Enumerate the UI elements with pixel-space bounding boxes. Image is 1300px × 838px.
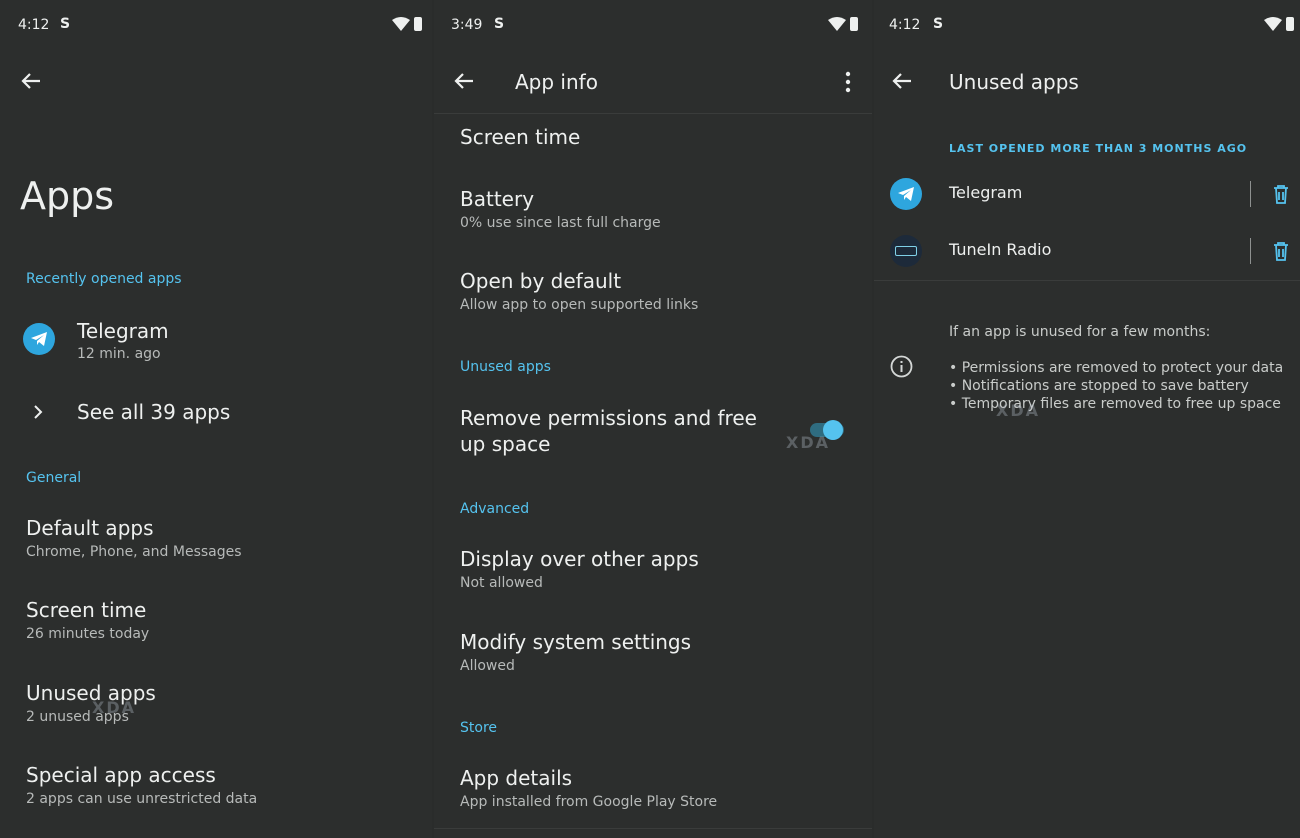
item-title: Unused apps (26, 681, 156, 705)
item-app-details[interactable]: App details App installed from Google Pl… (434, 765, 872, 815)
sync-status-icon: S (933, 16, 944, 32)
item-sub: Chrome, Phone, and Messages (26, 544, 242, 560)
item-title: Display over other apps (460, 547, 699, 571)
item-title: Remove permissions and free up space (460, 406, 757, 456)
telegram-icon (23, 323, 55, 355)
sync-status-icon: S (494, 16, 505, 32)
status-time: 4:12 (889, 17, 921, 33)
section-general: General (26, 470, 82, 486)
section-last-opened: LAST OPENED MORE THAN 3 MONTHS AGO (949, 142, 1248, 155)
see-all-label: See all 39 apps (77, 400, 231, 424)
item-title: Screen time (460, 125, 581, 149)
item-title: Modify system settings (460, 630, 692, 654)
status-time: 3:49 (451, 17, 483, 33)
chevron-right-icon (34, 405, 43, 419)
section-advanced: Advanced (460, 501, 530, 517)
info-icon (890, 355, 913, 378)
item-screen-time[interactable]: Screen time (434, 124, 872, 154)
trash-icon[interactable] (1272, 184, 1290, 204)
recent-app-time: 12 min. ago (77, 346, 161, 362)
see-all-apps[interactable]: See all 39 apps (0, 396, 432, 430)
item-sub: Allowed (460, 658, 515, 674)
unused-apps-screen: 4:12 S Unused apps LAST OPENED MORE THAN… (874, 0, 1300, 838)
header-divider (434, 113, 872, 114)
item-title: Screen time (26, 598, 147, 622)
item-sub: 0% use since last full charge (460, 215, 661, 231)
section-recently-opened: Recently opened apps (26, 271, 182, 287)
battery-icon (1286, 17, 1294, 31)
status-time: 4:12 (18, 17, 50, 33)
more-vert-icon[interactable] (844, 71, 852, 93)
item-battery[interactable]: Battery 0% use since last full charge (434, 186, 872, 236)
page-title: App info (515, 70, 598, 94)
back-arrow-icon[interactable] (20, 70, 42, 92)
back-arrow-icon[interactable] (891, 70, 913, 92)
recent-app-name: Telegram (77, 319, 169, 343)
item-display-over[interactable]: Display over other apps Not allowed (434, 546, 872, 596)
status-bar: 3:49 S (434, 0, 872, 52)
page-title: Apps (20, 174, 115, 218)
battery-icon (414, 17, 422, 31)
battery-icon (850, 17, 858, 31)
item-unused-apps[interactable]: Unused apps 2 unused apps (0, 680, 432, 736)
item-default-apps[interactable]: Default apps Chrome, Phone, and Messages (0, 515, 432, 571)
telegram-icon (890, 178, 922, 210)
status-bar: 4:12 S (0, 0, 432, 52)
item-title: Open by default (460, 269, 622, 293)
item-modify-system[interactable]: Modify system settings Allowed (434, 629, 872, 679)
page-title: Unused apps (949, 70, 1079, 94)
bottom-divider (434, 828, 872, 829)
item-title: Default apps (26, 516, 154, 540)
wifi-icon (828, 17, 846, 31)
app-info-screen: 3:49 S App info Screen time Battery 0% u… (434, 0, 872, 838)
watermark: XDA (786, 433, 830, 452)
status-icons (392, 17, 422, 31)
info-heading: If an app is unused for a few months: (949, 324, 1211, 340)
item-open-by-default[interactable]: Open by default Allow app to open suppor… (434, 268, 872, 318)
info-point: • Permissions are removed to protect you… (949, 360, 1284, 376)
status-icons (828, 17, 858, 31)
item-screen-time[interactable]: Screen time 26 minutes today (0, 597, 432, 653)
recent-app-telegram[interactable]: Telegram 12 min. ago (0, 316, 432, 372)
unused-app-row[interactable]: Telegram (874, 172, 1300, 216)
vertical-separator (1250, 238, 1251, 264)
trash-icon[interactable] (1272, 241, 1290, 261)
unused-app-row[interactable]: TuneIn Radio (874, 229, 1300, 273)
section-store: Store (460, 720, 498, 736)
sync-status-icon: S (60, 16, 71, 32)
item-special-access[interactable]: Special app access 2 apps can use unrest… (0, 762, 432, 818)
apps-screen: 4:12 S Apps Recently opened apps Telegra… (0, 0, 432, 838)
item-title: Battery (460, 187, 535, 211)
section-unused-apps: Unused apps (460, 359, 551, 375)
info-point: • Notifications are stopped to save batt… (949, 378, 1249, 394)
item-sub: 2 apps can use unrestricted data (26, 791, 258, 807)
app-name: TuneIn Radio (949, 240, 1052, 259)
status-bar: 4:12 S (874, 0, 1300, 52)
list-divider (874, 280, 1300, 281)
item-sub: Not allowed (460, 575, 543, 591)
watermark: XDA (92, 698, 136, 717)
item-sub: App installed from Google Play Store (460, 794, 718, 810)
tunein-icon (890, 235, 922, 267)
watermark: XDA (996, 401, 1040, 420)
item-title: Special app access (26, 763, 216, 787)
item-sub: Allow app to open supported links (460, 297, 699, 313)
app-name: Telegram (949, 183, 1023, 202)
item-title: App details (460, 766, 573, 790)
back-arrow-icon[interactable] (453, 70, 475, 92)
status-icons (1264, 17, 1294, 31)
wifi-icon (1264, 17, 1282, 31)
wifi-icon (392, 17, 410, 31)
item-sub: 26 minutes today (26, 626, 150, 642)
vertical-separator (1250, 181, 1251, 207)
